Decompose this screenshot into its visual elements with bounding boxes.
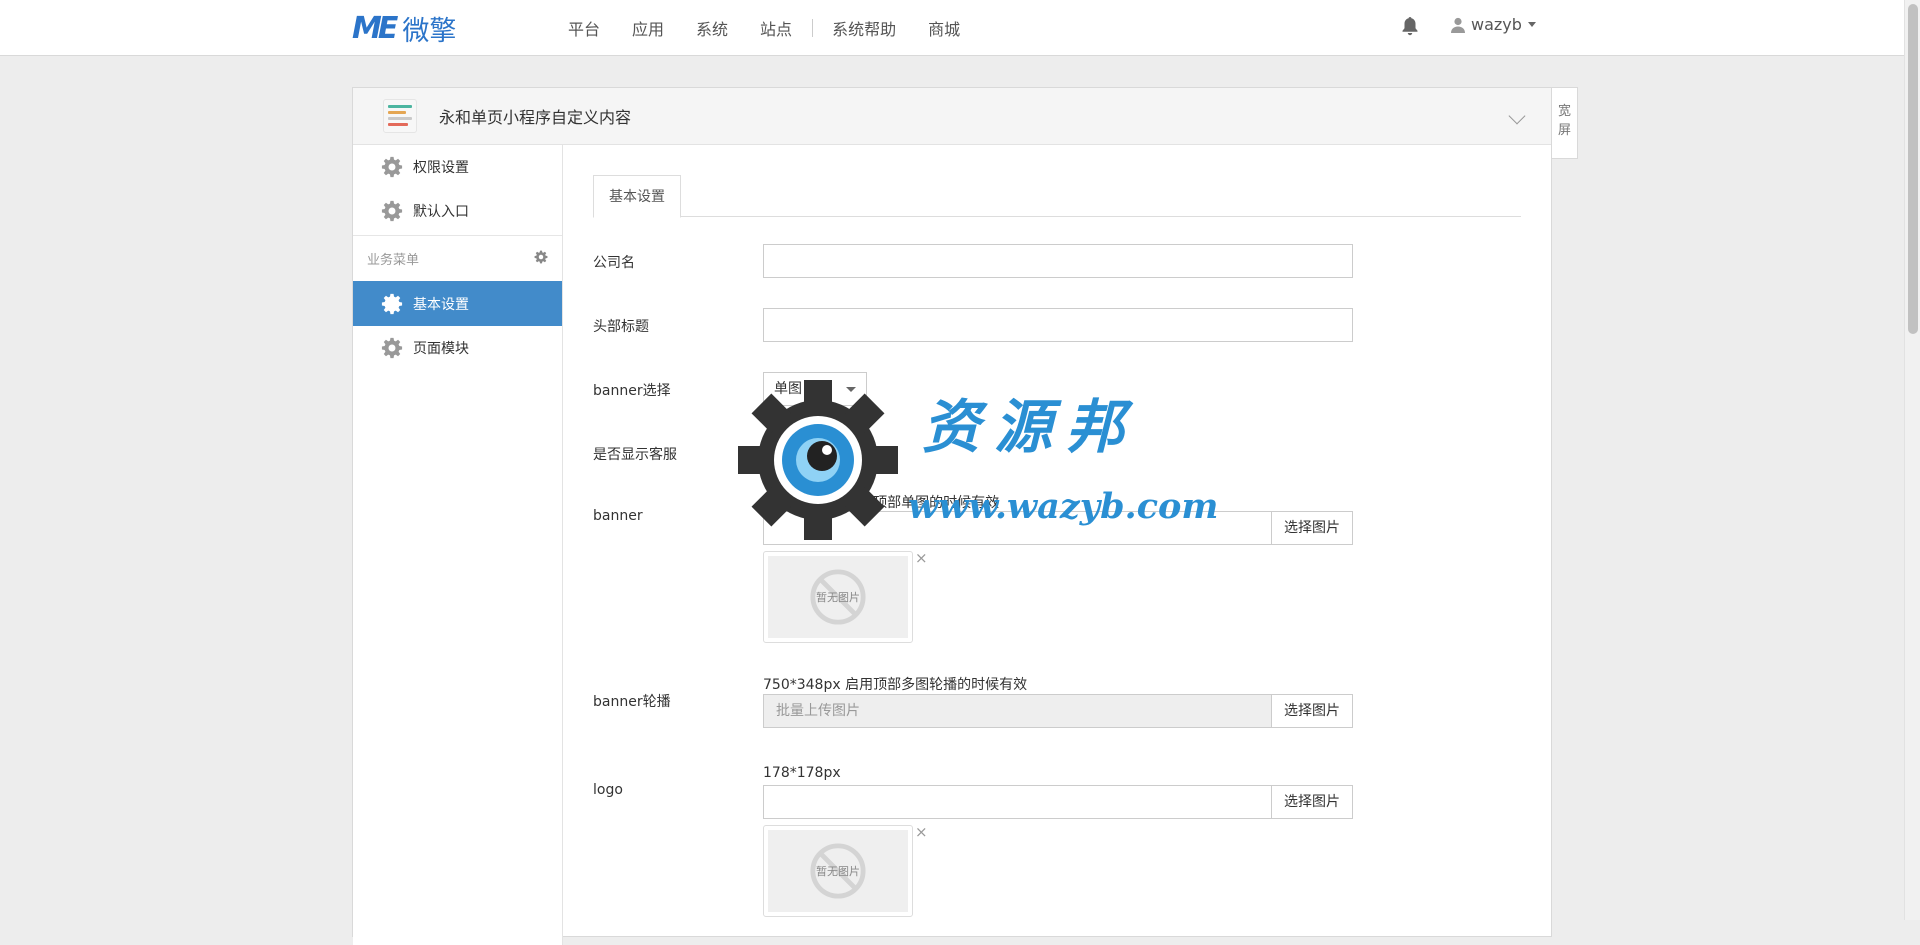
remove-image-icon[interactable]: × [915, 823, 928, 841]
batch-upload-input[interactable]: 批量上传图片 [763, 694, 1271, 728]
nav-apps[interactable]: 应用 [632, 16, 664, 40]
gear-icon [381, 156, 403, 178]
sidebar-item-label: 页面模块 [413, 341, 469, 357]
user-menu[interactable]: wazyb [1451, 15, 1536, 34]
sidebar-item-label: 基本设置 [413, 296, 469, 313]
page-scrollbar[interactable] [1904, 0, 1920, 920]
top-navbar: ME 微擎 平台 应用 系统 站点 系统帮助 商城 wazyb [0, 0, 1904, 56]
header-title-input[interactable] [763, 308, 1353, 342]
sidebar-item-label: 权限设置 [413, 160, 469, 176]
header-title-label: 头部标题 [593, 319, 649, 335]
panel-title: 永和单页小程序自定义内容 [439, 108, 632, 127]
remove-image-icon[interactable]: × [915, 549, 928, 567]
show-service-select[interactable]: 开启 [763, 436, 867, 470]
chevron-down-icon [846, 451, 856, 456]
chevron-down-icon[interactable] [1508, 107, 1526, 125]
user-icon [1451, 17, 1465, 33]
logo-label: logo [593, 782, 623, 798]
choose-image-button[interactable]: 选择图片 [1271, 785, 1353, 819]
choose-image-button[interactable]: 选择图片 [1271, 511, 1353, 545]
logo-preview: 暂无图片 [763, 825, 913, 917]
banner-label: banner [593, 508, 643, 524]
gear-icon [381, 200, 403, 222]
company-label: 公司名 [593, 255, 635, 271]
chevron-down-icon [1527, 22, 1536, 27]
banner-carousel-label: banner轮播 [593, 694, 671, 710]
gear-icon[interactable] [534, 250, 548, 264]
tab-bar: 基本设置 [593, 175, 1521, 218]
bell-icon[interactable] [1401, 16, 1419, 36]
banner-select-label: banner选择 [593, 383, 671, 399]
widescreen-toggle[interactable]: 宽屏 [1552, 87, 1578, 159]
module-panel: 永和单页小程序自定义内容 权限设置 默认入口 业务菜单 基本设置 页面模块 基本… [352, 87, 1552, 945]
gear-icon [381, 337, 403, 359]
choose-image-button[interactable]: 选择图片 [1271, 694, 1353, 728]
nav-divider [812, 19, 814, 37]
sidebar-item-page-modules[interactable]: 页面模块 [353, 326, 562, 370]
company-name-input[interactable] [763, 244, 1353, 278]
select-value: 开启 [774, 445, 802, 461]
sidebar-item-default-entry[interactable]: 默认入口 [353, 189, 562, 233]
banner-hint: 750*348px 启用顶部单图的时候有效 [763, 495, 1000, 511]
banner-carousel-upload-group: 批量上传图片 选择图片 [763, 694, 1353, 728]
settings-form: 基本设置 公司名 头部标题 banner选择 单图 是否显示客服 开启 bann… [563, 145, 1551, 945]
banner-mode-select[interactable]: 单图 [763, 372, 867, 406]
logo-upload-group: 选择图片 [763, 785, 1353, 819]
logo-hint: 178*178px [763, 765, 841, 781]
no-image-text: 暂无图片 [816, 865, 860, 878]
logo-path-input[interactable] [763, 785, 1271, 819]
brand-mark: ME [352, 10, 398, 46]
banner-carousel-hint: 750*348px 启用顶部多图轮播的时候有效 [763, 677, 1028, 693]
show-service-label: 是否显示客服 [593, 447, 677, 463]
scrollbar-thumb[interactable] [1908, 4, 1918, 334]
nav-platform[interactable]: 平台 [568, 16, 600, 40]
module-sidebar: 权限设置 默认入口 业务菜单 基本设置 页面模块 [353, 145, 563, 945]
sidebar-item-basic-settings[interactable]: 基本设置 [353, 281, 562, 326]
nav-help[interactable]: 系统帮助 [832, 16, 896, 40]
sidebar-item-label: 默认入口 [413, 204, 469, 220]
no-image-text: 暂无图片 [816, 591, 860, 604]
nav-site[interactable]: 站点 [760, 16, 792, 40]
chevron-down-icon [846, 387, 856, 392]
gear-icon [381, 293, 403, 314]
select-value: 单图 [774, 381, 802, 397]
banner-path-input[interactable] [763, 511, 1271, 545]
username: wazyb [1471, 15, 1522, 34]
tab-basic-settings[interactable]: 基本设置 [593, 175, 681, 218]
sidebar-group-label: 业务菜单 [367, 253, 420, 268]
banner-upload-group: 选择图片 [763, 511, 1353, 545]
app-thumbnail-icon [383, 99, 417, 133]
sidebar-group-business-menu: 业务菜单 [353, 235, 562, 281]
brand-logo[interactable]: ME 微擎 [352, 10, 456, 47]
nav-system[interactable]: 系统 [696, 16, 728, 40]
banner-preview: 暂无图片 [763, 551, 913, 643]
main-nav: 平台 应用 系统 站点 系统帮助 商城 [568, 0, 992, 56]
sidebar-item-permissions[interactable]: 权限设置 [353, 145, 562, 189]
panel-header: 永和单页小程序自定义内容 [353, 88, 1551, 145]
nav-store[interactable]: 商城 [928, 16, 960, 40]
brand-name: 微擎 [402, 15, 457, 47]
